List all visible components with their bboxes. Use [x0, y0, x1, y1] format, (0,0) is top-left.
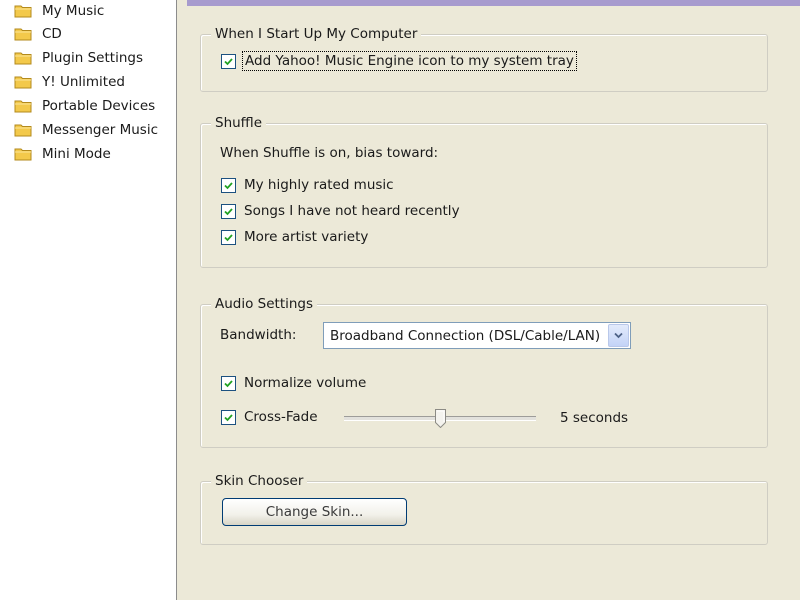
sidebar-item-y-unlimited[interactable]: Y! Unlimited [14, 71, 125, 93]
shuffle-option-row[interactable]: Songs I have not heard recently [221, 203, 460, 219]
settings-tree: My Music CD Plugin Settings Y! Unlimited… [0, 0, 177, 600]
sidebar-item-label: CD [42, 26, 62, 42]
normalize-checkbox[interactable] [221, 375, 236, 391]
checkmark-icon [224, 181, 233, 189]
sidebar-item-portable-devices[interactable]: Portable Devices [14, 95, 155, 117]
crossfade-row[interactable]: Cross-Fade [221, 409, 318, 425]
rated-music-checkbox[interactable] [221, 177, 236, 193]
audio-group-title: Audio Settings [211, 294, 318, 314]
folder-icon [14, 148, 32, 161]
folder-icon [14, 124, 32, 137]
sidebar-item-label: Portable Devices [42, 98, 156, 114]
sidebar-item-label: Mini Mode [42, 146, 111, 162]
sidebar-item-my-music[interactable]: My Music [14, 0, 104, 22]
bandwidth-label: Bandwidth: [220, 327, 297, 343]
shuffle-group-title: Shuffle [211, 113, 267, 133]
artist-variety-label: More artist variety [244, 229, 369, 245]
not-heard-checkbox[interactable] [221, 203, 236, 219]
folder-icon [14, 5, 32, 18]
checkmark-icon [224, 207, 233, 215]
header-accent-bar [187, 0, 800, 6]
crossfade-value: 5 seconds [560, 410, 629, 426]
checkmark-icon [224, 233, 233, 241]
folder-icon [14, 52, 32, 65]
tray-icon-checkbox-row[interactable]: Add Yahoo! Music Engine icon to my syste… [221, 51, 577, 71]
folder-icon [14, 100, 32, 113]
folder-icon [14, 28, 32, 41]
checkmark-icon [224, 413, 233, 421]
normalize-label: Normalize volume [244, 375, 367, 391]
normalize-row[interactable]: Normalize volume [221, 375, 366, 391]
sidebar-item-cd[interactable]: CD [14, 23, 62, 45]
sidebar-item-messenger-music[interactable]: Messenger Music [14, 119, 158, 141]
checkmark-icon [224, 379, 233, 387]
artist-variety-checkbox[interactable] [221, 229, 236, 245]
shuffle-option-row[interactable]: My highly rated music [221, 177, 394, 193]
sidebar-item-label: Messenger Music [42, 122, 159, 138]
folder-icon [14, 76, 32, 89]
startup-group-title: When I Start Up My Computer [211, 24, 422, 44]
tray-icon-label: Add Yahoo! Music Engine icon to my syste… [242, 51, 577, 71]
sidebar-item-mini-mode[interactable]: Mini Mode [14, 143, 111, 165]
sidebar-item-plugin-settings[interactable]: Plugin Settings [14, 47, 143, 69]
rated-music-label: My highly rated music [244, 177, 394, 193]
change-skin-button[interactable]: Change Skin... [222, 498, 407, 526]
checkmark-icon [224, 57, 233, 65]
bandwidth-selected-value: Broadband Connection (DSL/Cable/LAN) [330, 327, 601, 344]
sidebar-item-label: My Music [42, 3, 105, 19]
shuffle-description: When Shuffle is on, bias toward: [220, 145, 439, 161]
dropdown-button[interactable] [608, 324, 629, 347]
skin-group-title: Skin Chooser [211, 471, 308, 491]
chevron-down-icon [614, 332, 623, 339]
crossfade-label: Cross-Fade [244, 409, 318, 425]
sidebar-item-label: Y! Unlimited [42, 74, 125, 90]
crossfade-checkbox[interactable] [221, 409, 236, 425]
crossfade-slider-thumb[interactable] [434, 409, 446, 428]
shuffle-option-row[interactable]: More artist variety [221, 229, 368, 245]
not-heard-label: Songs I have not heard recently [244, 203, 460, 219]
tray-icon-checkbox[interactable] [221, 53, 236, 69]
sidebar-item-label: Plugin Settings [42, 50, 143, 66]
bandwidth-select[interactable]: Broadband Connection (DSL/Cable/LAN) [323, 322, 631, 349]
